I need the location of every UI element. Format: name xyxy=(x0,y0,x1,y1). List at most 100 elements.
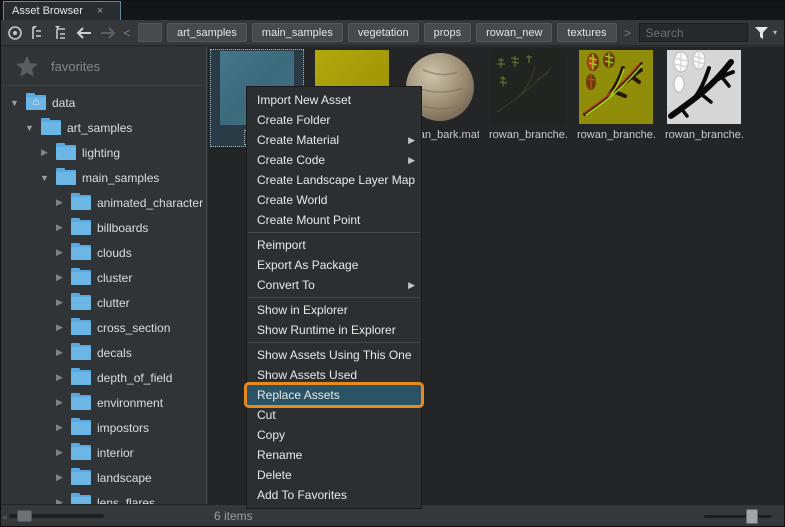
menu-item-show-assets-used[interactable]: Show Assets Used xyxy=(247,365,421,385)
sidebar-item-environment[interactable]: ▶environment xyxy=(1,390,206,415)
chevron-right-icon[interactable]: ▶ xyxy=(54,397,65,408)
menu-item-create-folder[interactable]: Create Folder xyxy=(247,110,421,130)
scroll-left-arrow-icon[interactable]: ◂ xyxy=(2,512,7,523)
slider-handle[interactable] xyxy=(746,509,758,524)
tab-asset-browser[interactable]: Asset Browser × xyxy=(3,1,121,20)
menu-item-create-material[interactable]: Create Material▶ xyxy=(247,130,421,150)
breadcrumb-main_samples[interactable]: main_samples xyxy=(252,23,343,42)
sidebar-item-cluster[interactable]: ▶cluster xyxy=(1,265,206,290)
chevron-right-icon[interactable]: ▶ xyxy=(54,372,65,383)
breadcrumb-clipped[interactable] xyxy=(138,23,162,42)
sidebar-item-animated_character[interactable]: ▶animated_character xyxy=(1,190,206,215)
sidebar-item-data[interactable]: ▼⌂data xyxy=(1,90,206,115)
menu-item-label: Replace Assets xyxy=(257,388,340,402)
sidebar-horizontal-scrollbar[interactable] xyxy=(9,514,104,518)
back-arrow-icon[interactable] xyxy=(75,24,93,42)
asset-rowan_branche...[interactable]: rowan_branche... xyxy=(664,49,744,147)
sidebar-item-clouds[interactable]: ▶clouds xyxy=(1,240,206,265)
sidebar-item-depth_of_field[interactable]: ▶depth_of_field xyxy=(1,365,206,390)
sidebar-item-billboards[interactable]: ▶billboards xyxy=(1,215,206,240)
asset-rowan_branche...[interactable]: rowan_branche... xyxy=(488,49,568,147)
menu-item-label: Delete xyxy=(257,468,292,482)
sidebar-item-landscape[interactable]: ▶ landscape xyxy=(1,465,206,490)
menu-item-delete[interactable]: Delete xyxy=(247,465,421,485)
chevron-right-icon[interactable]: ▶ xyxy=(54,472,65,483)
folder-icon xyxy=(71,195,91,210)
sidebar-item-interior[interactable]: ▶interior xyxy=(1,440,206,465)
menu-item-label: Export As Package xyxy=(257,258,358,272)
eye-icon[interactable] xyxy=(6,24,24,42)
menu-item-create-mount-point[interactable]: Create Mount Point xyxy=(247,210,421,230)
menu-item-export-as-package[interactable]: Export As Package xyxy=(247,255,421,275)
chevron-right-icon[interactable]: ▶ xyxy=(54,247,65,258)
menu-item-create-code[interactable]: Create Code▶ xyxy=(247,150,421,170)
menu-item-convert-to[interactable]: Convert To▶ xyxy=(247,275,421,295)
chevron-down-icon[interactable]: ▼ xyxy=(9,98,20,108)
menu-item-import-new-asset[interactable]: Import New Asset xyxy=(247,90,421,110)
asset-thumbnail[interactable] xyxy=(491,50,565,124)
sidebar-item-main_samples[interactable]: ▼ main_samples xyxy=(1,165,206,190)
asset-thumbnail[interactable] xyxy=(579,50,653,124)
sidebar-item-decals[interactable]: ▶decals xyxy=(1,340,206,365)
sidebar-item-clutter[interactable]: ▶clutter xyxy=(1,290,206,315)
breadcrumb-vegetation[interactable]: vegetation xyxy=(348,23,419,42)
sidebar-item-favorites[interactable]: favorites xyxy=(1,47,206,85)
chevron-down-icon[interactable]: ▼ xyxy=(39,173,50,183)
breadcrumb: art_samples main_samples vegetation propsro… xyxy=(167,23,617,42)
thumbnail-size-slider[interactable] xyxy=(704,515,772,518)
menu-item-show-runtime-in-explorer[interactable]: Show Runtime in Explorer xyxy=(247,320,421,340)
breadcrumb-scroll-right[interactable]: > xyxy=(622,26,634,40)
menu-item-label: Cut xyxy=(257,408,276,422)
chevron-right-icon[interactable]: ▶ xyxy=(54,222,65,233)
chevron-down-icon[interactable]: ▾ xyxy=(773,28,777,37)
menu-item-reimport[interactable]: Reimport xyxy=(247,235,421,255)
search-input[interactable] xyxy=(639,23,748,42)
chevron-right-icon[interactable]: ▶ xyxy=(39,147,50,158)
sidebar-item-impostors[interactable]: ▶impostors xyxy=(1,415,206,440)
menu-item-show-assets-using-this-one[interactable]: Show Assets Using This One xyxy=(247,345,421,365)
chevron-right-icon[interactable]: ▶ xyxy=(54,447,65,458)
breadcrumb-art_samples[interactable]: art_samples xyxy=(167,23,247,42)
breadcrumb-rowan_new[interactable]: rowan_new xyxy=(476,23,552,42)
chevron-right-icon[interactable]: ▶ xyxy=(54,322,65,333)
menu-item-replace-assets[interactable]: Replace Assets xyxy=(247,385,421,405)
menu-item-label: Create Landscape Layer Map xyxy=(257,173,415,187)
submenu-arrow-icon: ▶ xyxy=(408,150,415,170)
forward-arrow-icon[interactable] xyxy=(98,24,116,42)
menu-item-add-to-favorites[interactable]: Add To Favorites xyxy=(247,485,421,505)
chevron-down-icon[interactable]: ▼ xyxy=(24,123,35,133)
collapse-all-icon[interactable] xyxy=(29,24,47,42)
menu-item-create-world[interactable]: Create World xyxy=(247,190,421,210)
breadcrumb-props[interactable]: props xyxy=(424,23,472,42)
chevron-right-icon[interactable]: ▶ xyxy=(54,197,65,208)
sidebar-item-lighting[interactable]: ▶lighting xyxy=(1,140,206,165)
sidebar-item-cross_section[interactable]: ▶cross_section xyxy=(1,315,206,340)
tree-item-label: main_samples xyxy=(82,171,159,185)
menu-item-rename[interactable]: Rename xyxy=(247,445,421,465)
asset-thumbnail[interactable] xyxy=(667,50,741,124)
menu-item-label: Create World xyxy=(257,193,327,207)
breadcrumb-scroll-left[interactable]: < xyxy=(121,26,133,40)
scrollbar-thumb[interactable] xyxy=(17,510,32,522)
menu-item-create-landscape-layer-map[interactable]: Create Landscape Layer Map xyxy=(247,170,421,190)
close-icon[interactable]: × xyxy=(97,5,103,17)
menu-item-label: Convert To xyxy=(257,278,315,292)
menu-item-cut[interactable]: Cut xyxy=(247,405,421,425)
breadcrumb-textures[interactable]: textures xyxy=(557,23,616,42)
asset-rowan_branche...[interactable]: rowan_branche... xyxy=(576,49,656,147)
sidebar-item-art_samples[interactable]: ▼art_samples xyxy=(1,115,206,140)
tree-item-label: landscape xyxy=(97,471,152,485)
menu-item-show-in-explorer[interactable]: Show in Explorer xyxy=(247,300,421,320)
expand-all-icon[interactable] xyxy=(52,24,70,42)
filter-funnel-icon[interactable] xyxy=(753,24,771,42)
sidebar-item-lens_flares[interactable]: ▶lens_flares xyxy=(1,490,206,504)
chevron-right-icon[interactable]: ▶ xyxy=(54,347,65,358)
chevron-right-icon[interactable]: ▶ xyxy=(54,422,65,433)
menu-item-label: Show in Explorer xyxy=(257,303,348,317)
chevron-right-icon[interactable]: ▶ xyxy=(54,272,65,283)
menu-item-copy[interactable]: Copy xyxy=(247,425,421,445)
menu-item-label: Copy xyxy=(257,428,285,442)
chevron-right-icon[interactable]: ▶ xyxy=(54,497,65,504)
chevron-right-icon[interactable]: ▶ xyxy=(54,297,65,308)
tab-bar: Asset Browser × xyxy=(1,1,784,20)
